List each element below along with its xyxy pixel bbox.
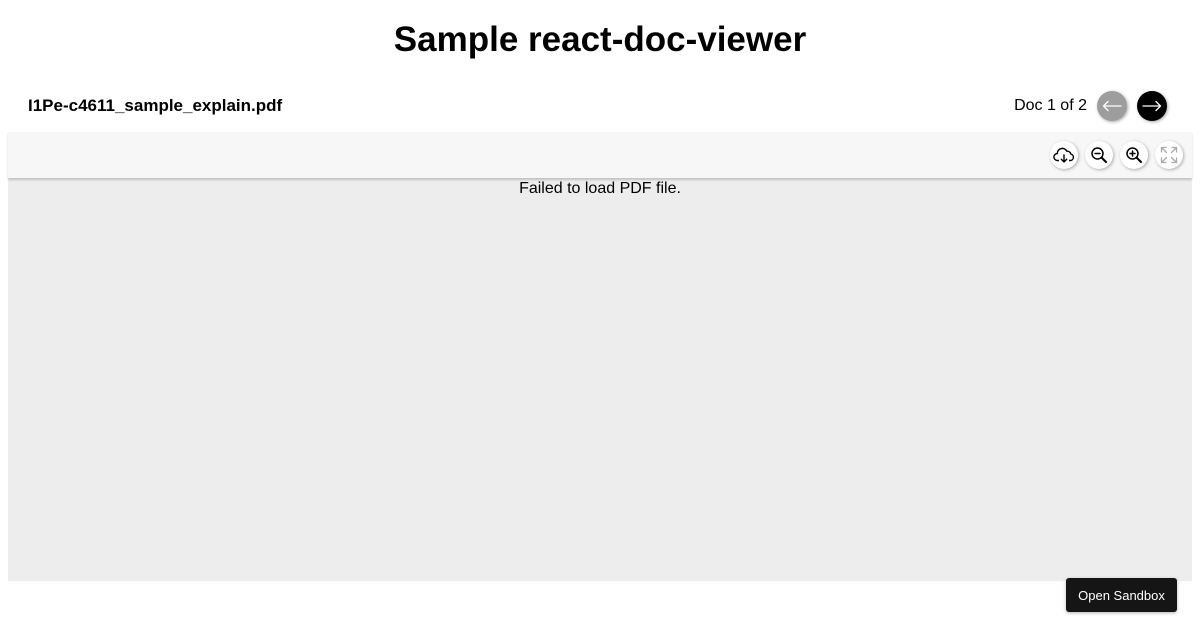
download-button[interactable]	[1050, 141, 1078, 169]
page-title: Sample react-doc-viewer	[393, 20, 807, 59]
next-document-button[interactable]	[1137, 91, 1167, 121]
open-sandbox-button[interactable]: Open Sandbox	[1066, 578, 1177, 612]
viewer-toolbar	[8, 132, 1192, 178]
fullscreen-icon	[1160, 146, 1178, 164]
doc-counter: Doc 1 of 2	[1014, 97, 1087, 114]
fullscreen-button[interactable]	[1155, 141, 1183, 169]
arrow-right-icon	[1142, 100, 1162, 112]
document-header: I1Pe-c4611_sample_explain.pdf Doc 1 of 2	[8, 84, 1192, 128]
zoom-out-icon	[1091, 147, 1107, 163]
previous-document-button[interactable]	[1097, 91, 1127, 121]
zoom-in-icon	[1126, 147, 1142, 163]
zoom-in-button[interactable]	[1120, 141, 1148, 169]
arrow-left-icon	[1102, 100, 1122, 112]
cloud-download-icon	[1053, 147, 1075, 163]
document-navigation: Doc 1 of 2	[1014, 90, 1167, 122]
document-viewer: Failed to load PDF file.	[8, 132, 1192, 581]
zoom-out-button[interactable]	[1085, 141, 1113, 169]
file-name: I1Pe-c4611_sample_explain.pdf	[28, 96, 283, 115]
load-error-message: Failed to load PDF file.	[519, 180, 681, 197]
